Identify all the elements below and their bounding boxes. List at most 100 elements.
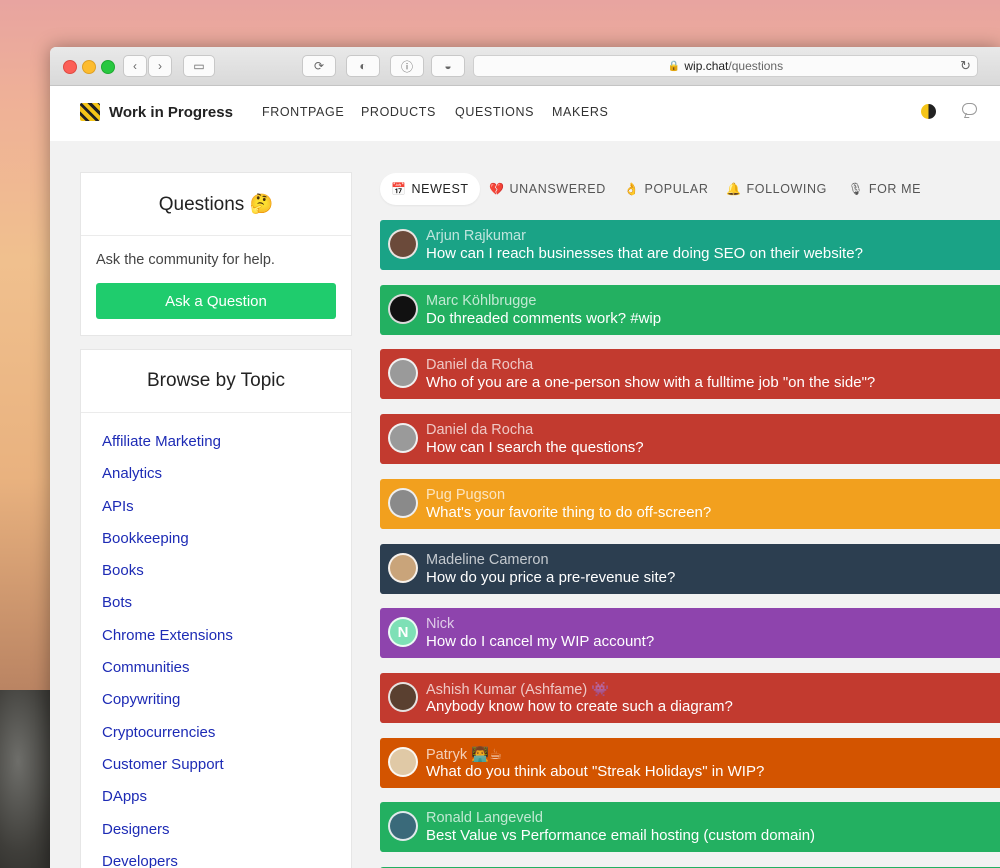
question-author[interactable]: Daniel da Rocha: [426, 422, 533, 438]
browse-topics-title: Browse by Topic: [81, 350, 351, 413]
browser-titlebar: ‹ › ▭ ⟳ ◐ ⓘ ◒ 🔒 wip.chat/questions ↻: [50, 47, 1000, 86]
tab-unanswered[interactable]: 💔 UNANSWERED: [489, 173, 606, 205]
address-bar[interactable]: 🔒 wip.chat/questions ↻: [473, 55, 978, 77]
back-button[interactable]: ‹: [123, 55, 147, 77]
question-title[interactable]: Best Value vs Performance email hosting …: [426, 827, 815, 844]
question-author[interactable]: Ronald Langeveld: [426, 810, 543, 826]
question-title[interactable]: What do you think about "Streak Holidays…: [426, 763, 764, 780]
question-row[interactable]: Arjun Rajkumar How can I reach businesse…: [380, 220, 1000, 270]
question-title[interactable]: Who of you are a one-person show with a …: [426, 374, 875, 391]
topic-link-apis[interactable]: APIs: [102, 498, 233, 530]
sidebar-toggle-button[interactable]: ▭: [183, 55, 215, 77]
topic-link-communities[interactable]: Communities: [102, 659, 233, 691]
construction-barrier-icon: [80, 103, 100, 121]
question-title[interactable]: How do I cancel my WIP account?: [426, 633, 654, 650]
dark-mode-toggle-icon[interactable]: [921, 104, 936, 119]
topic-link-copywriting[interactable]: Copywriting: [102, 691, 233, 723]
question-row[interactable]: Daniel da Rocha How can I search the que…: [380, 414, 1000, 465]
reload-icon[interactable]: ↻: [960, 58, 971, 74]
question-title[interactable]: What's your favorite thing to do off-scr…: [426, 504, 711, 521]
chevron-right-icon: ›: [158, 59, 162, 73]
topic-link-chrome-extensions[interactable]: Chrome Extensions: [102, 627, 233, 659]
question-row[interactable]: Marc Köhlbrugge Do threaded comments wor…: [380, 284, 1000, 335]
toggle-icon: ◐: [359, 59, 367, 73]
bell-icon: 🔔: [726, 182, 742, 196]
topic-link-customer-support[interactable]: Customer Support: [102, 756, 233, 788]
question-author[interactable]: Daniel da Rocha: [426, 357, 533, 373]
sidebar-icon: ▭: [193, 59, 205, 73]
tab-label: FOR ME: [868, 182, 922, 196]
question-author[interactable]: Madeline Cameron: [426, 552, 549, 568]
broken-heart-icon: 💔: [489, 182, 505, 196]
chat-bubble-icon[interactable]: [962, 103, 977, 115]
info-icon: ⓘ: [400, 59, 413, 74]
question-row[interactable]: Ronald Langeveld Best Value vs Performan…: [380, 802, 1000, 853]
url-path: /questions: [728, 59, 784, 73]
forward-button[interactable]: ›: [148, 55, 172, 77]
topic-link-affiliate-marketing[interactable]: Affiliate Marketing: [102, 433, 233, 465]
avatar: [388, 423, 418, 454]
questions-card-description: Ask the community for help.: [96, 252, 275, 268]
topic-link-dapps[interactable]: DApps: [102, 788, 233, 820]
question-author[interactable]: Patryk 👨‍💻☕: [426, 746, 502, 763]
ask-question-button[interactable]: Ask a Question: [96, 283, 336, 319]
calendar-icon: 📅: [391, 182, 407, 196]
topic-link-bots[interactable]: Bots: [102, 594, 233, 626]
nav-link-frontpage[interactable]: FRONTPAGE: [262, 105, 344, 119]
extension-button[interactable]: ⟳: [302, 55, 336, 77]
questions-card-title: Questions 🤔: [81, 173, 351, 236]
url-host: wip.chat: [684, 59, 729, 73]
topic-list: Affiliate Marketing Analytics APIs Bookk…: [102, 433, 233, 868]
question-title[interactable]: Do threaded comments work? #wip: [426, 310, 661, 327]
nav-link-products[interactable]: PRODUCTS: [361, 105, 436, 119]
question-author[interactable]: Arjun Rajkumar: [426, 228, 526, 244]
profile-extension-button[interactable]: ◒: [431, 55, 465, 77]
lock-icon: 🔒: [667, 60, 681, 72]
question-author[interactable]: Ashish Kumar (Ashfame) 👾: [426, 681, 609, 698]
tab-label: POPULAR: [644, 182, 709, 196]
avatar: [388, 293, 418, 324]
question-title[interactable]: How do you price a pre-revenue site?: [426, 569, 675, 586]
avatar: [388, 552, 418, 583]
browser-window: ‹ › ▭ ⟳ ◐ ⓘ ◒ 🔒 wip.chat/questions ↻ Wor…: [50, 47, 1000, 868]
question-title[interactable]: How can I reach businesses that are doin…: [426, 245, 863, 262]
question-row[interactable]: Pug Pugson What's your favorite thing to…: [380, 478, 1000, 529]
chevron-left-icon: ‹: [133, 59, 137, 73]
question-row[interactable]: Ashish Kumar (Ashfame) 👾 Anybody know ho…: [380, 672, 1000, 723]
topic-link-cryptocurrencies[interactable]: Cryptocurrencies: [102, 724, 233, 756]
minimize-window-button[interactable]: [82, 60, 96, 74]
tab-newest[interactable]: 📅 NEWEST: [380, 173, 480, 205]
question-row[interactable]: Daniel da Rocha Who of you are a one-per…: [380, 349, 1000, 400]
brand[interactable]: Work in Progress: [80, 103, 233, 121]
question-author[interactable]: Nick: [426, 616, 454, 632]
avatar: [388, 746, 418, 777]
question-title[interactable]: How can I search the questions?: [426, 439, 644, 456]
brand-name: Work in Progress: [109, 103, 233, 121]
nav-link-questions[interactable]: QUESTIONS: [455, 105, 534, 119]
close-window-button[interactable]: [63, 60, 77, 74]
fullscreen-window-button[interactable]: [101, 60, 115, 74]
avatar: N: [388, 617, 418, 648]
info-extension-button[interactable]: ⓘ: [390, 55, 424, 77]
question-author[interactable]: Pug Pugson: [426, 487, 505, 503]
toggle-extension-button[interactable]: ◐: [346, 55, 380, 77]
nav-link-makers[interactable]: MAKERS: [552, 105, 608, 119]
question-title[interactable]: Anybody know how to create such a diagra…: [426, 698, 733, 715]
ok-hand-icon: 👌: [624, 182, 640, 196]
topic-link-books[interactable]: Books: [102, 562, 233, 594]
question-author[interactable]: Marc Köhlbrugge: [426, 293, 536, 309]
question-row[interactable]: N Nick How do I cancel my WIP account?: [380, 608, 1000, 659]
browse-topics-card: Browse by Topic Affiliate Marketing Anal…: [80, 349, 352, 868]
topic-link-analytics[interactable]: Analytics: [102, 465, 233, 497]
topic-link-developers[interactable]: Developers: [102, 853, 233, 868]
avatar: [388, 681, 418, 712]
site-navbar: Work in Progress FRONTPAGE PRODUCTS QUES…: [50, 86, 1000, 141]
tab-following[interactable]: 🔔 FOLLOWING: [726, 173, 827, 205]
question-row[interactable]: Madeline Cameron How do you price a pre-…: [380, 543, 1000, 594]
avatar: [388, 487, 418, 518]
topic-link-bookkeeping[interactable]: Bookkeeping: [102, 530, 233, 562]
tab-for-me[interactable]: 🎙 FOR ME: [848, 173, 921, 205]
question-row[interactable]: Patryk 👨‍💻☕ What do you think about "Str…: [380, 737, 1000, 788]
topic-link-designers[interactable]: Designers: [102, 821, 233, 853]
tab-popular[interactable]: 👌 POPULAR: [624, 173, 709, 205]
